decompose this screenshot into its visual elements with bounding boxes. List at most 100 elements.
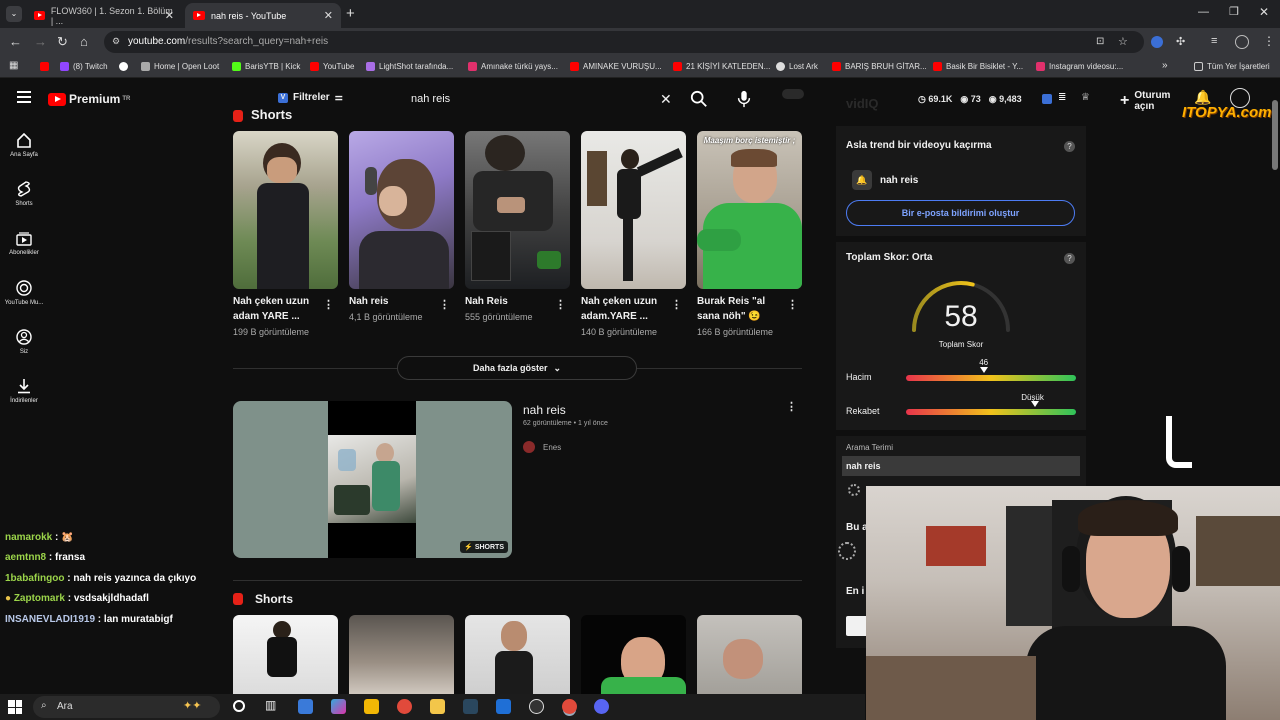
bookmark-kick[interactable]: BarisYTB | Kick <box>232 62 300 71</box>
short-thumbnail-1[interactable] <box>233 131 338 289</box>
search-term-field[interactable]: nah reis <box>842 456 1080 476</box>
bookmark-lostark[interactable]: Lost Ark <box>776 62 818 71</box>
short-menu-icon[interactable]: ⋮ <box>323 298 334 311</box>
create-email-alert-button[interactable]: Bir e-posta bildirimi oluştur <box>846 200 1075 226</box>
sidebar-item-home[interactable]: Ana Sayfa <box>0 133 48 158</box>
clear-search-icon[interactable]: ✕ <box>660 91 672 108</box>
extension-icon[interactable] <box>1151 36 1163 48</box>
short-menu-icon[interactable]: ⋮ <box>787 298 798 311</box>
bookmark-instagram-2[interactable]: Instagram videosu:... <box>1036 62 1123 71</box>
short-title-3[interactable]: Nah Reis <box>465 294 508 309</box>
help-icon[interactable]: ? <box>1064 253 1075 264</box>
extensions-puzzle-icon[interactable]: ✣ <box>1176 35 1185 48</box>
steam-icon[interactable] <box>463 699 478 714</box>
vidiq-menu-icon[interactable]: ≣ <box>1058 92 1066 103</box>
store-icon[interactable] <box>364 699 379 714</box>
video-thumbnail[interactable]: ⚡ SHORTS <box>233 401 512 558</box>
copilot-icon[interactable] <box>331 699 346 714</box>
tab-flow360[interactable]: FLOW360 | 1. Sezon 1. Bölüm | ... ✕ <box>26 3 182 28</box>
short-thumbnail-5[interactable]: Maaşım borç istemiştir ; <box>697 131 802 289</box>
minimize-button[interactable]: — <box>1198 6 1209 18</box>
short-thumbnail-8[interactable] <box>465 615 570 694</box>
video-title[interactable]: nah reis <box>523 403 566 417</box>
close-tab-icon[interactable]: ✕ <box>165 9 174 22</box>
short-thumbnail-6[interactable] <box>233 615 338 694</box>
video-menu-icon[interactable]: ⋮ <box>786 400 797 413</box>
bookmark-youtube-2[interactable]: AMINAKE VURUŞU... <box>570 62 662 71</box>
file-explorer-icon[interactable] <box>430 699 445 714</box>
media-control-icon[interactable]: ≡ <box>1211 35 1217 47</box>
show-more-button[interactable]: Daha fazla göster ⌄ <box>397 356 637 380</box>
short-thumbnail-10[interactable] <box>697 615 802 694</box>
bookmark-openloot[interactable]: Home | Open Loot <box>141 62 219 71</box>
bookmark-youtube-3[interactable]: 21 KİŞİYİ KATLEDEN... <box>673 62 770 71</box>
short-thumbnail-7[interactable] <box>349 615 454 694</box>
filters-button[interactable]: V Filtreler ⚌ <box>278 92 343 103</box>
browser-menu-icon[interactable]: ⋮ <box>1263 34 1275 48</box>
bookmark-twitch[interactable]: (8) Twitch <box>60 62 108 71</box>
sidebar-item-youtube-music[interactable]: YouTube Mu... <box>0 280 48 306</box>
obs-icon[interactable] <box>529 699 544 714</box>
menu-hamburger-icon[interactable] <box>17 91 31 103</box>
bookmark-lightshot[interactable]: LightShot tarafında... <box>366 62 453 71</box>
short-thumbnail-3[interactable] <box>465 131 570 289</box>
restore-button[interactable]: ❐ <box>1229 5 1239 18</box>
url-field[interactable]: ⚙ youtube.com/results?search_query=nah+r… <box>104 31 1144 53</box>
bookmark-star-icon[interactable]: ☆ <box>1118 35 1128 48</box>
youtube-premium-logo[interactable]: Premium TR <box>48 92 130 106</box>
bookmark-instagram-1[interactable]: Amınake türkü yays... <box>468 62 558 71</box>
tab-list-button[interactable]: ⌄ <box>6 6 22 22</box>
discord-icon[interactable] <box>594 699 609 714</box>
task-view-icon[interactable]: ▥ <box>265 698 276 712</box>
short-title-4[interactable]: Nah çeken uzun adam.YARE ... <box>581 294 666 324</box>
vidiq-trophy-icon[interactable]: ♕ <box>1081 92 1090 103</box>
sidebar-item-you[interactable]: Siz <box>0 329 48 355</box>
page-scrollbar[interactable] <box>1272 100 1278 170</box>
chrome-icon[interactable] <box>397 699 412 714</box>
bookmark-youtube-1[interactable] <box>40 62 53 71</box>
profile-avatar[interactable] <box>1235 35 1249 49</box>
back-icon[interactable]: ← <box>9 34 22 49</box>
bookmark-youtube-4[interactable]: BARIŞ BRUH GİTAR... <box>832 62 927 71</box>
short-title-2[interactable]: Nah reis <box>349 294 388 309</box>
microphone-icon[interactable] <box>736 90 752 108</box>
signin-button[interactable]: + Oturum açın <box>1120 90 1184 112</box>
short-title-5[interactable]: Burak Reis "al sana nöh" 😉 <box>697 294 782 324</box>
help-icon[interactable]: ? <box>1064 141 1075 152</box>
bookmark-google[interactable] <box>119 62 132 71</box>
short-thumbnail-4[interactable] <box>581 131 686 289</box>
reload-icon[interactable]: ↻ <box>57 34 68 50</box>
all-bookmarks-folder[interactable]: Tüm Yer İşaretleri <box>1194 62 1270 71</box>
sidebar-item-downloads[interactable]: İndirilenler <box>0 378 48 404</box>
close-tab-icon[interactable]: ✕ <box>324 9 333 22</box>
short-thumbnail-2[interactable] <box>349 131 454 289</box>
short-menu-icon[interactable]: ⋮ <box>671 298 682 311</box>
short-title-1[interactable]: Nah çeken uzun adam YARE ... <box>233 294 318 324</box>
channel-link[interactable]: Enes <box>523 441 561 453</box>
bookmark-youtube[interactable]: YouTube <box>310 62 354 71</box>
chrome-active-icon[interactable] <box>562 699 577 714</box>
vidiq-extension-icon[interactable] <box>1042 94 1052 104</box>
start-button[interactable] <box>8 700 22 714</box>
close-window-button[interactable]: ✕ <box>1259 5 1269 19</box>
search-icon[interactable] <box>690 90 708 108</box>
short-thumbnail-9[interactable] <box>581 615 686 694</box>
cortana-icon[interactable] <box>233 700 245 712</box>
more-bookmarks-icon[interactable]: » <box>1162 60 1168 71</box>
short-menu-icon[interactable]: ⋮ <box>555 298 566 311</box>
app-icon-7[interactable] <box>496 699 511 714</box>
taskbar-search[interactable]: ⌕ Ara ✦✦ <box>33 696 220 718</box>
app-icon-1[interactable] <box>298 699 313 714</box>
sidebar-item-shorts[interactable]: Shorts <box>0 181 48 207</box>
short-menu-icon[interactable]: ⋮ <box>439 298 450 311</box>
bookmark-youtube-5[interactable]: Basik Bir Bisiklet - Y... <box>933 62 1023 71</box>
tab-nah-reis[interactable]: nah reis - YouTube ✕ <box>185 3 341 28</box>
sidebar-item-subscriptions[interactable]: Abonelikler <box>0 231 48 256</box>
search-input[interactable]: nah reis <box>398 86 688 114</box>
install-app-icon[interactable]: ⊡ <box>1096 36 1104 47</box>
forward-icon[interactable]: → <box>34 34 47 49</box>
home-icon[interactable]: ⌂ <box>80 34 88 49</box>
toggle-switch[interactable] <box>782 89 804 99</box>
site-info-icon[interactable]: ⚙ <box>112 36 120 47</box>
new-tab-button[interactable]: + <box>346 5 355 22</box>
